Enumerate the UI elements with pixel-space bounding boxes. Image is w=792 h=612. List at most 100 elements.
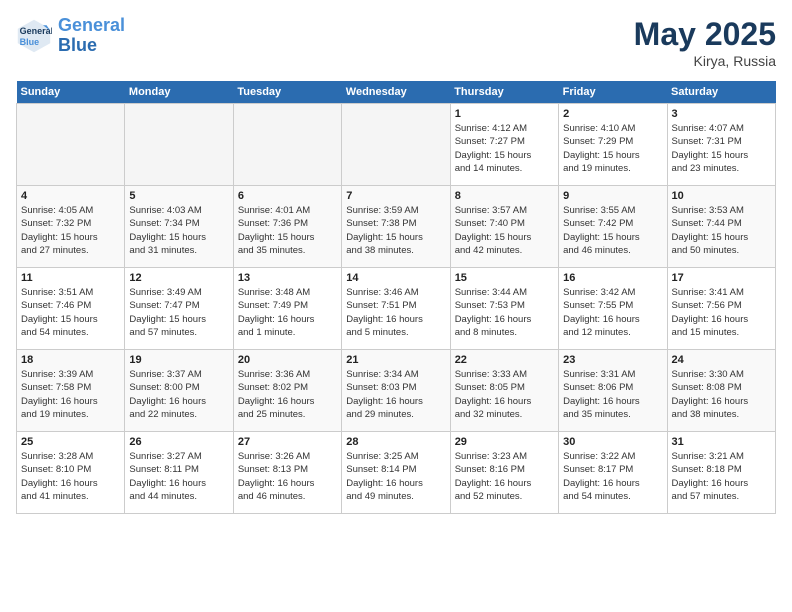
location: Kirya, Russia — [634, 53, 776, 69]
day-number: 13 — [238, 272, 337, 284]
page-header: General Blue GeneralBlue May 2025 Kirya,… — [16, 16, 776, 69]
calendar-cell: 27 Sunrise: 3:26 AM Sunset: 8:13 PM Dayli… — [233, 432, 341, 514]
calendar-cell: 11 Sunrise: 3:51 AM Sunset: 7:46 PM Dayli… — [17, 268, 125, 350]
calendar-cell: 18Sunrise: 3:39 AM Sunset: 7:58 PM Dayli… — [17, 350, 125, 432]
weekday-header-monday: Monday — [125, 81, 233, 104]
day-info: Sunrise: 3:25 AM Sunset: 8:14 PM Dayligh… — [346, 450, 445, 503]
calendar-cell: 8Sunrise: 3:57 AM Sunset: 7:40 PM Daylig… — [450, 186, 558, 268]
day-info: Sunrise: 3:49 AM Sunset: 7:47 PM Dayligh… — [129, 286, 228, 339]
calendar-cell: 15 Sunrise: 3:44 AM Sunset: 7:53 PM Dayli… — [450, 268, 558, 350]
day-info: Sunrise: 3:57 AM Sunset: 7:40 PM Dayligh… — [455, 204, 554, 257]
calendar-cell: 24 Sunrise: 3:30 AM Sunset: 8:08 PM Dayli… — [667, 350, 775, 432]
calendar-cell — [233, 104, 341, 186]
day-info: Sunrise: 3:31 AM Sunset: 8:06 PM Dayligh… — [563, 368, 662, 421]
day-info: Sunrise: 3:55 AM Sunset: 7:42 PM Dayligh… — [563, 204, 662, 257]
day-number: 18 — [21, 354, 120, 366]
day-info: Sunrise: 3:33 AM Sunset: 8:05 PM Dayligh… — [455, 368, 554, 421]
day-info: Sunrise: 3:53 AM Sunset: 7:44 PM Dayligh… — [672, 204, 771, 257]
day-info: Sunrise: 3:30 AM Sunset: 8:08 PM Dayligh… — [672, 368, 771, 421]
weekday-header-thursday: Thursday — [450, 81, 558, 104]
day-number: 30 — [563, 436, 662, 448]
calendar-cell: 31 Sunrise: 3:21 AM Sunset: 8:18 PM Dayli… — [667, 432, 775, 514]
day-number: 9 — [563, 190, 662, 202]
day-info: Sunrise: 3:59 AM Sunset: 7:38 PM Dayligh… — [346, 204, 445, 257]
day-number: 12 — [129, 272, 228, 284]
day-info: Sunrise: 4:10 AM Sunset: 7:29 PM Dayligh… — [563, 122, 662, 175]
day-number: 7 — [346, 190, 445, 202]
day-info: Sunrise: 3:28 AM Sunset: 8:10 PM Dayligh… — [21, 450, 120, 503]
calendar-cell: 30 Sunrise: 3:22 AM Sunset: 8:17 PM Dayli… — [559, 432, 667, 514]
calendar-cell — [125, 104, 233, 186]
day-info: Sunrise: 4:12 AM Sunset: 7:27 PM Dayligh… — [455, 122, 554, 175]
calendar-cell: 26 Sunrise: 3:27 AM Sunset: 8:11 PM Dayli… — [125, 432, 233, 514]
weekday-header-sunday: Sunday — [17, 81, 125, 104]
logo-text: GeneralBlue — [58, 16, 125, 56]
svg-text:Blue: Blue — [20, 37, 40, 47]
day-info: Sunrise: 3:37 AM Sunset: 8:00 PM Dayligh… — [129, 368, 228, 421]
day-number: 25 — [21, 436, 120, 448]
calendar-cell: 5 Sunrise: 4:03 AM Sunset: 7:34 PM Daylig… — [125, 186, 233, 268]
day-info: Sunrise: 3:48 AM Sunset: 7:49 PM Dayligh… — [238, 286, 337, 339]
day-info: Sunrise: 3:46 AM Sunset: 7:51 PM Dayligh… — [346, 286, 445, 339]
day-info: Sunrise: 3:44 AM Sunset: 7:53 PM Dayligh… — [455, 286, 554, 339]
day-info: Sunrise: 3:42 AM Sunset: 7:55 PM Dayligh… — [563, 286, 662, 339]
calendar-cell: 25 Sunrise: 3:28 AM Sunset: 8:10 PM Dayli… — [17, 432, 125, 514]
calendar-cell: 6 Sunrise: 4:01 AM Sunset: 7:36 PM Daylig… — [233, 186, 341, 268]
day-info: Sunrise: 4:01 AM Sunset: 7:36 PM Dayligh… — [238, 204, 337, 257]
calendar-cell: 28 Sunrise: 3:25 AM Sunset: 8:14 PM Dayli… — [342, 432, 450, 514]
day-info: Sunrise: 3:41 AM Sunset: 7:56 PM Dayligh… — [672, 286, 771, 339]
day-number: 10 — [672, 190, 771, 202]
day-info: Sunrise: 3:21 AM Sunset: 8:18 PM Dayligh… — [672, 450, 771, 503]
day-number: 27 — [238, 436, 337, 448]
calendar-cell: 9 Sunrise: 3:55 AM Sunset: 7:42 PM Daylig… — [559, 186, 667, 268]
day-number: 20 — [238, 354, 337, 366]
day-number: 28 — [346, 436, 445, 448]
calendar-cell: 16 Sunrise: 3:42 AM Sunset: 7:55 PM Dayli… — [559, 268, 667, 350]
calendar-cell: 19Sunrise: 3:37 AM Sunset: 8:00 PM Dayli… — [125, 350, 233, 432]
calendar-cell: 17 Sunrise: 3:41 AM Sunset: 7:56 PM Dayli… — [667, 268, 775, 350]
day-number: 29 — [455, 436, 554, 448]
day-info: Sunrise: 3:34 AM Sunset: 8:03 PM Dayligh… — [346, 368, 445, 421]
day-info: Sunrise: 3:22 AM Sunset: 8:17 PM Dayligh… — [563, 450, 662, 503]
day-info: Sunrise: 4:07 AM Sunset: 7:31 PM Dayligh… — [672, 122, 771, 175]
calendar-cell: 29 Sunrise: 3:23 AM Sunset: 8:16 PM Dayli… — [450, 432, 558, 514]
calendar-cell: 10 Sunrise: 3:53 AM Sunset: 7:44 PM Dayli… — [667, 186, 775, 268]
day-number: 24 — [672, 354, 771, 366]
calendar-cell: 1 Sunrise: 4:12 AM Sunset: 7:27 PM Daylig… — [450, 104, 558, 186]
weekday-header-wednesday: Wednesday — [342, 81, 450, 104]
day-number: 23 — [563, 354, 662, 366]
month-title: May 2025 — [634, 16, 776, 53]
calendar-table: SundayMondayTuesdayWednesdayThursdayFrid… — [16, 81, 776, 514]
calendar-cell: 13 Sunrise: 3:48 AM Sunset: 7:49 PM Dayli… — [233, 268, 341, 350]
day-info: Sunrise: 3:23 AM Sunset: 8:16 PM Dayligh… — [455, 450, 554, 503]
day-info: Sunrise: 3:27 AM Sunset: 8:11 PM Dayligh… — [129, 450, 228, 503]
day-number: 31 — [672, 436, 771, 448]
day-info: Sunrise: 4:03 AM Sunset: 7:34 PM Dayligh… — [129, 204, 228, 257]
day-info: Sunrise: 3:36 AM Sunset: 8:02 PM Dayligh… — [238, 368, 337, 421]
title-area: May 2025 Kirya, Russia — [634, 16, 776, 69]
day-number: 14 — [346, 272, 445, 284]
day-number: 26 — [129, 436, 228, 448]
day-number: 22 — [455, 354, 554, 366]
calendar-cell: 7 Sunrise: 3:59 AM Sunset: 7:38 PM Daylig… — [342, 186, 450, 268]
calendar-cell: 3 Sunrise: 4:07 AM Sunset: 7:31 PM Daylig… — [667, 104, 775, 186]
calendar-cell: 23 Sunrise: 3:31 AM Sunset: 8:06 PM Dayli… — [559, 350, 667, 432]
calendar-cell: 12 Sunrise: 3:49 AM Sunset: 7:47 PM Dayli… — [125, 268, 233, 350]
day-number: 4 — [21, 190, 120, 202]
day-info: Sunrise: 3:26 AM Sunset: 8:13 PM Dayligh… — [238, 450, 337, 503]
calendar-cell: 4Sunrise: 4:05 AM Sunset: 7:32 PM Daylig… — [17, 186, 125, 268]
calendar-cell — [342, 104, 450, 186]
weekday-header-friday: Friday — [559, 81, 667, 104]
day-info: Sunrise: 3:51 AM Sunset: 7:46 PM Dayligh… — [21, 286, 120, 339]
day-number: 15 — [455, 272, 554, 284]
day-number: 16 — [563, 272, 662, 284]
day-number: 5 — [129, 190, 228, 202]
calendar-cell: 22 Sunrise: 3:33 AM Sunset: 8:05 PM Dayli… — [450, 350, 558, 432]
day-number: 11 — [21, 272, 120, 284]
day-number: 6 — [238, 190, 337, 202]
calendar-cell: 2Sunrise: 4:10 AM Sunset: 7:29 PM Daylig… — [559, 104, 667, 186]
day-number: 17 — [672, 272, 771, 284]
calendar-cell — [17, 104, 125, 186]
day-number: 1 — [455, 108, 554, 120]
day-number: 3 — [672, 108, 771, 120]
